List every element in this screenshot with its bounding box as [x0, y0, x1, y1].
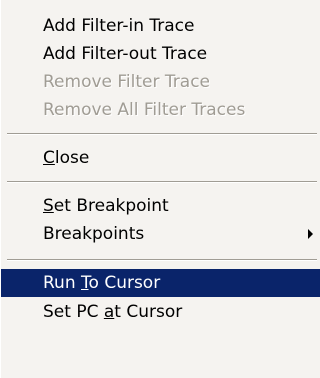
menu-item-remove-all-filter-traces: Remove All Filter Traces — [1, 96, 320, 124]
menu-item-mnemonic: S — [43, 196, 54, 216]
menu-item-label: t Cursor — [114, 302, 183, 322]
menu-item-close[interactable]: Close — [1, 144, 320, 172]
menu-item-breakpoints[interactable]: Breakpoints — [1, 220, 320, 248]
menu-item-label: Remove All Filter Traces — [43, 100, 246, 120]
menu-item-mnemonic: a — [103, 302, 115, 322]
menu-item-label: Add Filter-in Trace — [43, 16, 195, 36]
menu-item-label: et Breakpoint — [53, 196, 169, 216]
menu-item-set-breakpoint[interactable]: Set Breakpoint — [1, 192, 320, 220]
menu-separator — [7, 259, 317, 261]
menu-item-remove-filter-trace: Remove Filter Trace — [1, 68, 320, 96]
menu-item-label: Add Filter-out Trace — [43, 44, 208, 64]
context-menu: Add Filter-in Trace Add Filter-out Trace… — [0, 0, 320, 378]
menu-item-set-pc-at-cursor[interactable]: Set PC at Cursor — [1, 298, 320, 326]
menu-item-mnemonic: C — [43, 148, 55, 168]
menu-item-add-filter-out-trace[interactable]: Add Filter-out Trace — [1, 40, 320, 68]
menu-item-add-filter-in-trace[interactable]: Add Filter-in Trace — [1, 12, 320, 40]
menu-separator — [7, 133, 317, 135]
menu-item-mnemonic: T — [81, 273, 89, 293]
menu-item-label: Breakpoints — [43, 224, 145, 244]
menu-item-label: lose — [54, 148, 90, 168]
chevron-right-icon — [308, 229, 313, 239]
menu-item-prefix: Set PC — [43, 302, 104, 322]
menu-item-run-to-cursor[interactable]: Run To Cursor — [1, 269, 320, 297]
menu-item-label: o Cursor — [88, 273, 161, 293]
menu-item-prefix: Run — [43, 273, 82, 293]
menu-separator — [7, 181, 317, 183]
menu-item-label: Remove Filter Trace — [43, 72, 210, 92]
